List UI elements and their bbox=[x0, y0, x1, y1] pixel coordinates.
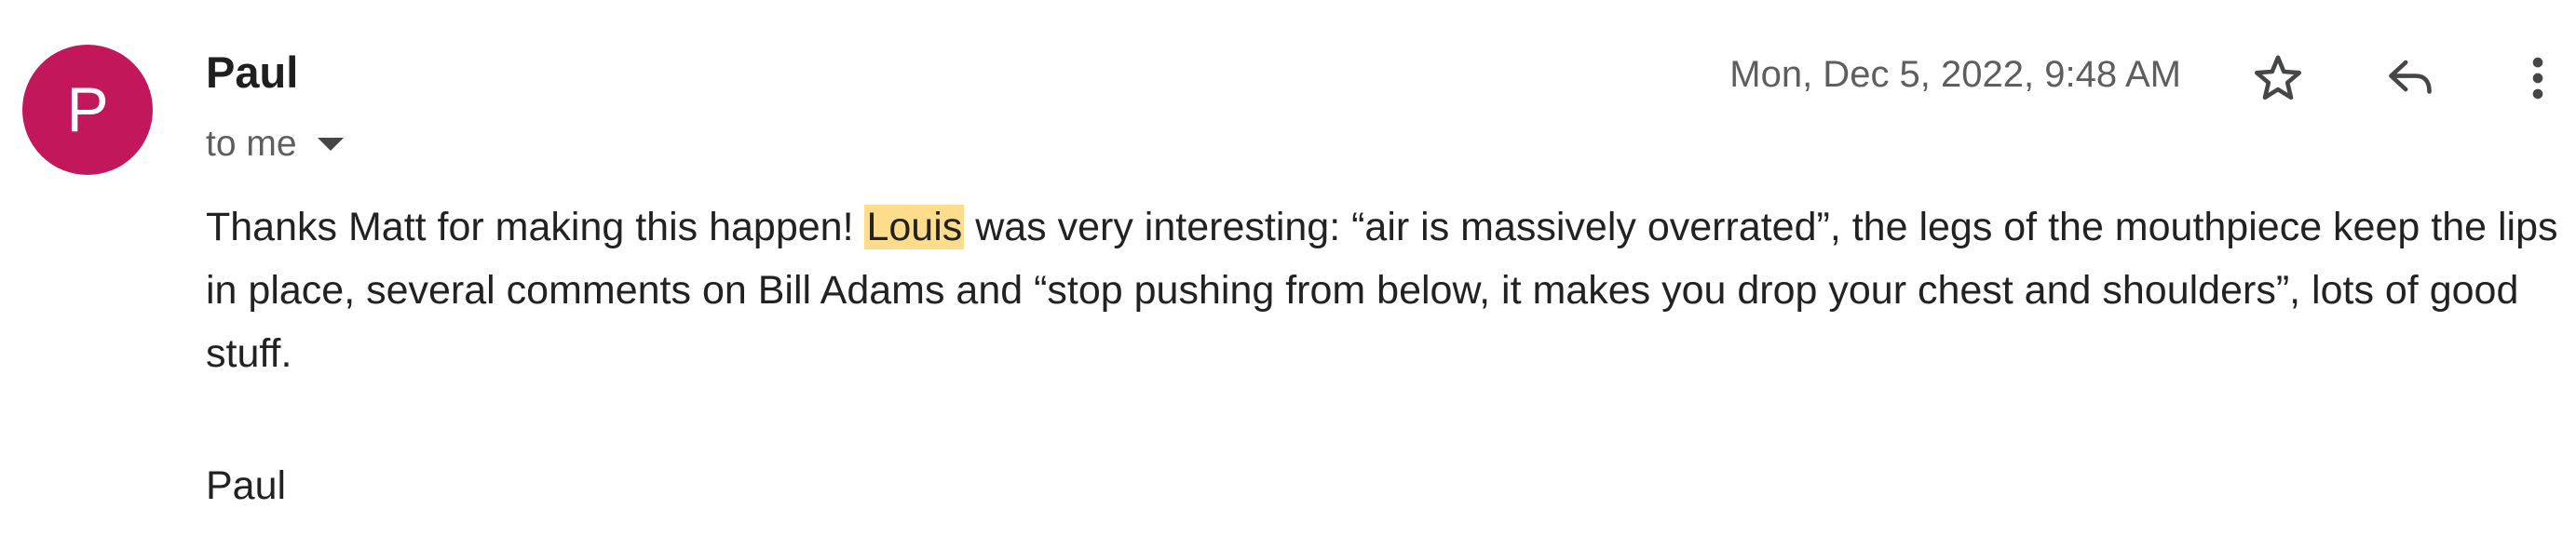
message-timestamp: Mon, Dec 5, 2022, 9:48 AM bbox=[1729, 54, 2181, 95]
search-highlight: Louis bbox=[864, 205, 965, 249]
more-vertical-icon bbox=[2532, 57, 2543, 100]
message-body: Thanks Matt for making this happen! Loui… bbox=[206, 195, 2576, 385]
body-text-before: Thanks Matt for making this happen! bbox=[206, 205, 865, 249]
reply-icon bbox=[2389, 60, 2432, 94]
star-button[interactable] bbox=[2241, 41, 2315, 115]
message-signature: Paul bbox=[206, 463, 287, 508]
sender-avatar[interactable]: P bbox=[22, 45, 153, 175]
sender-name[interactable]: Paul bbox=[206, 47, 298, 98]
avatar-letter: P bbox=[66, 74, 109, 145]
chevron-down-icon[interactable] bbox=[317, 138, 344, 151]
recipient-details-toggle[interactable]: to me bbox=[206, 118, 344, 170]
message-paragraph: Thanks Matt for making this happen! Loui… bbox=[206, 195, 2576, 385]
star-outline-icon bbox=[2254, 55, 2302, 100]
reply-button[interactable] bbox=[2373, 41, 2447, 115]
recipient-label: to me bbox=[206, 124, 297, 164]
more-options-button[interactable] bbox=[2505, 41, 2570, 115]
